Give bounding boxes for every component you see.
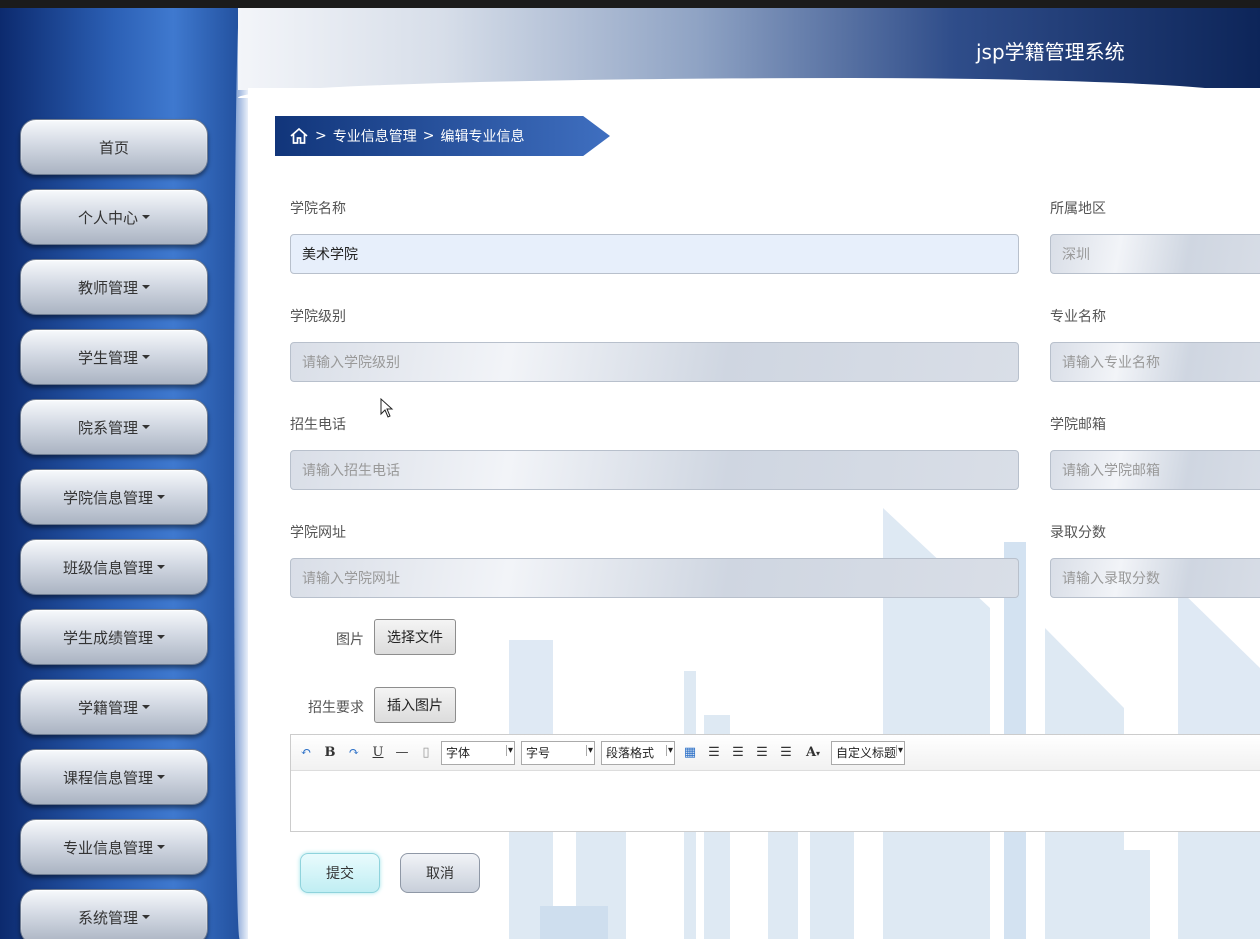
bold-icon[interactable]: B <box>321 744 339 762</box>
major-name-input[interactable]: 请输入专业名称 <box>1050 342 1260 382</box>
sidebar-item-students[interactable]: 学生管理 <box>20 329 208 385</box>
phone-label: 招生电话 <box>290 417 346 433</box>
sidebar-item-system[interactable]: 系统管理 <box>20 889 208 939</box>
score-label: 录取分数 <box>1050 525 1106 541</box>
college-level-label: 学院级别 <box>290 309 346 325</box>
align-center-icon[interactable]: ☰ <box>753 744 771 762</box>
font-size-select[interactable]: 字号 <box>521 740 595 765</box>
website-label: 学院网址 <box>290 525 346 541</box>
paragraph-format-select[interactable]: 段落格式 <box>601 740 675 765</box>
sidebar-item-grades[interactable]: 学生成绩管理 <box>20 609 208 665</box>
table-icon[interactable]: ▦ <box>681 744 699 762</box>
editor-toolbar: ↶ B ↷ U — ▯ 字体 字号 段落格式 ▦ ☰ ☰ ☰ ☰ A▾ 自定义标… <box>291 735 1260 771</box>
email-input[interactable]: 请输入学院邮箱 <box>1050 450 1260 490</box>
breadcrumb-majors-link[interactable]: 专业信息管理 <box>333 126 417 146</box>
sidebar-item-label: 院系管理 <box>77 418 138 437</box>
submit-button[interactable]: 提交 <box>300 853 380 893</box>
college-name-label: 学院名称 <box>290 201 346 217</box>
caret-down-icon <box>142 915 150 919</box>
header-banner: jsp学籍管理系统 <box>238 8 1260 98</box>
breadcrumb-separator: > <box>315 128 327 144</box>
breadcrumb-separator: > <box>422 128 435 144</box>
requirements-label: 招生要求 <box>308 700 364 716</box>
caret-down-icon <box>157 845 165 849</box>
choose-file-button[interactable]: 选择文件 <box>374 619 456 655</box>
caret-down-icon <box>142 355 150 359</box>
caret-down-icon <box>157 775 165 779</box>
sidebar-item-teachers[interactable]: 教师管理 <box>20 259 208 315</box>
page-icon[interactable]: ▯ <box>417 744 435 762</box>
sidebar-item-label: 学生管理 <box>77 348 138 367</box>
region-input[interactable]: 深圳 <box>1050 234 1260 274</box>
font-color-letter: A <box>805 745 817 760</box>
sidebar-item-label: 课程信息管理 <box>62 768 153 787</box>
app-title: jsp学籍管理系统 <box>976 40 1125 64</box>
caret-down-icon <box>157 495 165 499</box>
sidebar: 首页 个人中心 教师管理 学生管理 院系管理 学院信息管理 班级信息管理 学生成… <box>0 8 248 939</box>
sidebar-item-label: 学籍管理 <box>77 698 138 717</box>
align-right-icon[interactable]: ☰ <box>729 744 747 762</box>
sidebar-item-enrollment[interactable]: 学籍管理 <box>20 679 208 735</box>
image-label: 图片 <box>336 632 364 648</box>
custom-title-select[interactable]: 自定义标题 <box>831 740 905 765</box>
insert-image-button[interactable]: 插入图片 <box>374 687 456 723</box>
sidebar-item-label: 个人中心 <box>77 208 138 227</box>
align-justify-icon[interactable]: ☰ <box>777 744 795 762</box>
college-name-input[interactable]: 美术学院 <box>290 234 1019 274</box>
college-level-input[interactable]: 请输入学院级别 <box>290 342 1019 382</box>
underline-icon[interactable]: U <box>369 744 387 762</box>
sidebar-item-label: 学院信息管理 <box>62 488 153 507</box>
sidebar-item-majors[interactable]: 专业信息管理 <box>20 819 208 875</box>
main-content: > 专业信息管理 > 编辑专业信息 学院名称 美术学院 所属地区 深圳 学院级别… <box>248 88 1260 939</box>
phone-input[interactable]: 请输入招生电话 <box>290 450 1019 490</box>
window-title-bar <box>0 0 1260 8</box>
redo-icon[interactable]: ↷ <box>345 744 363 762</box>
cancel-button[interactable]: 取消 <box>400 853 480 893</box>
align-left-icon[interactable]: ☰ <box>705 744 723 762</box>
mouse-cursor-icon <box>380 398 394 418</box>
caret-down-icon <box>157 635 165 639</box>
breadcrumb-current: 编辑专业信息 <box>440 129 525 145</box>
sidebar-item-label: 教师管理 <box>77 278 138 297</box>
sidebar-item-label: 班级信息管理 <box>62 558 153 577</box>
undo-icon[interactable]: ↶ <box>297 744 315 762</box>
sidebar-item-label: 学生成绩管理 <box>62 628 153 647</box>
score-input[interactable]: 请输入录取分数 <box>1050 558 1260 598</box>
home-icon[interactable] <box>289 126 309 146</box>
website-input[interactable]: 请输入学院网址 <box>290 558 1019 598</box>
horizontal-rule-icon[interactable]: — <box>393 744 411 762</box>
caret-down-icon <box>142 215 150 219</box>
sidebar-item-departments[interactable]: 院系管理 <box>20 399 208 455</box>
sidebar-item-personal-center[interactable]: 个人中心 <box>20 189 208 245</box>
sidebar-item-home[interactable]: 首页 <box>20 119 208 175</box>
breadcrumb: > 专业信息管理 > 编辑专业信息 <box>275 116 610 156</box>
email-label: 学院邮箱 <box>1050 417 1106 433</box>
sidebar-item-label: 首页 <box>98 138 129 157</box>
sidebar-item-courses[interactable]: 课程信息管理 <box>20 749 208 805</box>
sidebar-item-label: 专业信息管理 <box>62 838 153 857</box>
caret-down-icon <box>142 705 150 709</box>
font-color-icon[interactable]: A ▾ <box>801 744 825 762</box>
font-family-select[interactable]: 字体 <box>441 740 515 765</box>
sidebar-item-label: 系统管理 <box>77 908 138 927</box>
sidebar-item-class-info[interactable]: 班级信息管理 <box>20 539 208 595</box>
major-name-label: 专业名称 <box>1050 309 1106 325</box>
rich-text-editor: ↶ B ↷ U — ▯ 字体 字号 段落格式 ▦ ☰ ☰ ☰ ☰ A▾ 自定义标… <box>290 734 1260 832</box>
caret-down-icon <box>157 565 165 569</box>
region-label: 所属地区 <box>1050 201 1106 217</box>
sidebar-item-college-info[interactable]: 学院信息管理 <box>20 469 208 525</box>
caret-down-icon <box>142 425 150 429</box>
caret-down-icon <box>142 285 150 289</box>
